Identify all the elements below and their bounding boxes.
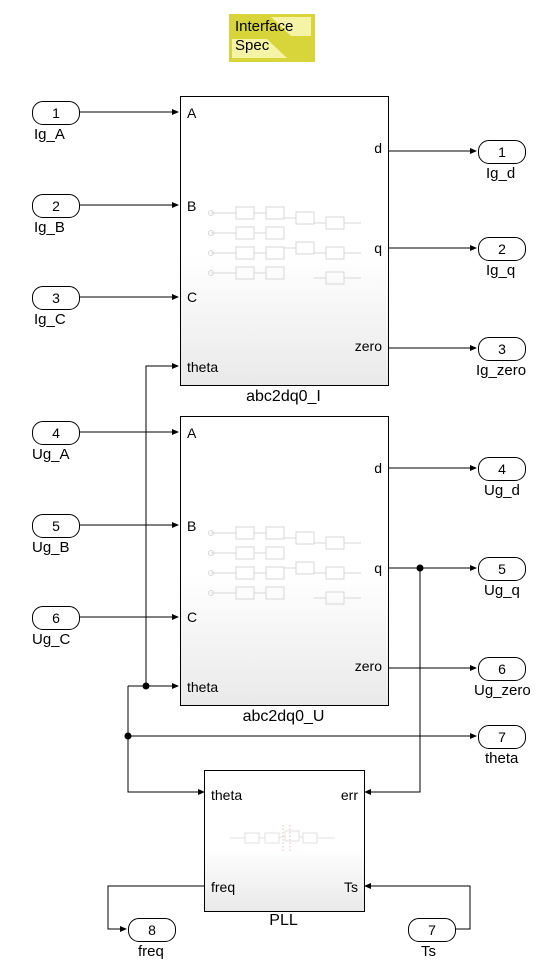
interface-line1: Interface [235,18,293,35]
signal-lines [0,0,559,973]
simulink-diagram: { "interface": { "line1": "Interface", "… [0,0,559,973]
interface-line2: Spec [235,37,269,54]
